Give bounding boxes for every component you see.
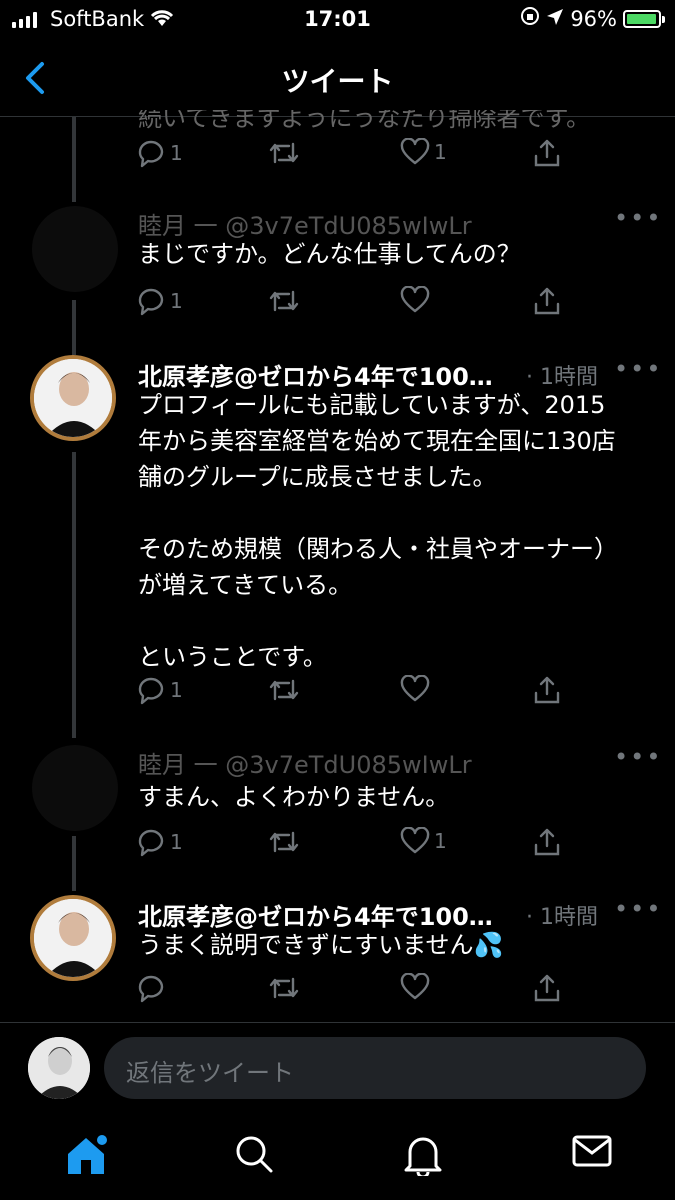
location-icon	[546, 7, 564, 31]
retweet-button[interactable]	[268, 827, 300, 857]
avatar[interactable]	[30, 355, 116, 441]
home-icon[interactable]	[64, 1134, 108, 1180]
more-icon[interactable]: •••	[614, 743, 662, 771]
share-icon	[532, 973, 562, 1003]
tweet[interactable]: 北原孝彦@ゼロから4年で100… · 1時間 ••• プロフィールにも記載してい…	[0, 355, 675, 725]
more-icon[interactable]: •••	[614, 204, 662, 232]
like-button[interactable]	[400, 675, 434, 703]
reply-count: 1	[170, 830, 183, 854]
avatar[interactable]	[32, 206, 118, 292]
tweet[interactable]: 睦月 一 @3v7eTdU085wIwLr ••• すまん、よくわかりません。 …	[0, 735, 675, 865]
tweet[interactable]: 睦月 一 @3v7eTdU085wIwLr ••• まじですか。どんな仕事してん…	[0, 196, 675, 326]
tweet-actions: 1	[136, 675, 576, 709]
reply-button[interactable]: 1	[136, 138, 183, 168]
reply-count: 1	[170, 289, 183, 313]
retweet-button[interactable]	[268, 138, 300, 168]
reply-icon	[136, 675, 166, 705]
retweet-icon	[268, 138, 300, 168]
tweet-actions: 11	[136, 827, 576, 861]
tweet-text: すまん、よくわかりません。	[138, 783, 450, 811]
reply-button[interactable]: 1	[136, 286, 183, 316]
retweet-icon	[268, 973, 300, 1003]
share-button[interactable]	[532, 138, 562, 168]
reply-button[interactable]	[136, 973, 170, 1003]
reply-button[interactable]: 1	[136, 827, 183, 857]
share-button[interactable]	[532, 675, 562, 705]
share-icon	[532, 138, 562, 168]
share-icon	[532, 286, 562, 316]
like-button[interactable]: 1	[400, 827, 447, 855]
tweet-text: プロフィールにも記載していますが、2015 年から美容室経営を始めて現在全国に1…	[138, 391, 618, 671]
avatar[interactable]	[32, 745, 118, 831]
battery-percent: 96%	[570, 6, 617, 31]
reply-icon	[136, 138, 166, 168]
retweet-icon	[268, 827, 300, 857]
avatar[interactable]	[30, 895, 116, 981]
like-count: 1	[434, 140, 447, 164]
heart-icon	[400, 973, 430, 1001]
reply-count: 1	[170, 678, 183, 702]
share-icon	[532, 827, 562, 857]
share-icon	[532, 675, 562, 705]
tweet-actions: 11	[136, 138, 576, 172]
retweet-button[interactable]	[268, 973, 300, 1003]
page-title: ツイート	[281, 65, 394, 98]
retweet-icon	[268, 675, 300, 705]
like-button[interactable]	[400, 973, 434, 1001]
heart-icon	[400, 675, 430, 703]
reply-placeholder: 返信をツイート	[126, 1059, 294, 1087]
retweet-icon	[268, 286, 300, 316]
tweet-text: 続いてきますようにうなたり掃除者です。	[138, 104, 591, 132]
heart-icon	[400, 138, 430, 166]
author-name[interactable]: 睦月 一 @3v7eTdU085wIwLr	[138, 745, 472, 780]
share-button[interactable]	[532, 286, 562, 316]
tweet-text: まじですか。どんな仕事してんの？	[138, 240, 521, 268]
more-icon[interactable]: •••	[614, 355, 662, 383]
reply-input[interactable]: 返信をツイート	[104, 1037, 646, 1099]
like-count: 1	[434, 829, 447, 853]
tweet[interactable]: 続いてきますようにうなたり掃除者です。 11	[0, 100, 675, 180]
tweet-actions: 1	[136, 286, 576, 320]
reply-count: 1	[170, 141, 183, 165]
heart-icon	[400, 286, 430, 314]
more-icon[interactable]: •••	[614, 895, 662, 923]
like-button[interactable]	[400, 286, 434, 314]
retweet-button[interactable]	[268, 675, 300, 705]
reply-icon	[136, 973, 166, 1003]
retweet-button[interactable]	[268, 286, 300, 316]
rotation-lock-icon	[520, 6, 540, 31]
tab-bar	[0, 1118, 675, 1200]
reply-icon	[136, 827, 166, 857]
share-button[interactable]	[532, 827, 562, 857]
mail-icon[interactable]	[572, 1134, 612, 1172]
reply-button[interactable]: 1	[136, 675, 183, 705]
like-button[interactable]: 1	[400, 138, 447, 166]
search-icon[interactable]	[234, 1134, 274, 1178]
reply-bar: 返信をツイート	[0, 1022, 675, 1119]
status-bar: SoftBank 17:01 96%	[0, 0, 675, 40]
tweet-actions	[136, 973, 576, 1007]
avatar[interactable]	[28, 1037, 90, 1099]
tweet-text: うまく説明できずにすいません💦	[138, 931, 504, 959]
battery-icon	[623, 9, 665, 28]
share-button[interactable]	[532, 973, 562, 1003]
reply-icon	[136, 286, 166, 316]
heart-icon	[400, 827, 430, 855]
tweet[interactable]: 北原孝彦@ゼロから4年で100… · 1時間 ••• うまく説明できずにすいませ…	[0, 895, 675, 1015]
bell-icon[interactable]	[404, 1134, 442, 1180]
